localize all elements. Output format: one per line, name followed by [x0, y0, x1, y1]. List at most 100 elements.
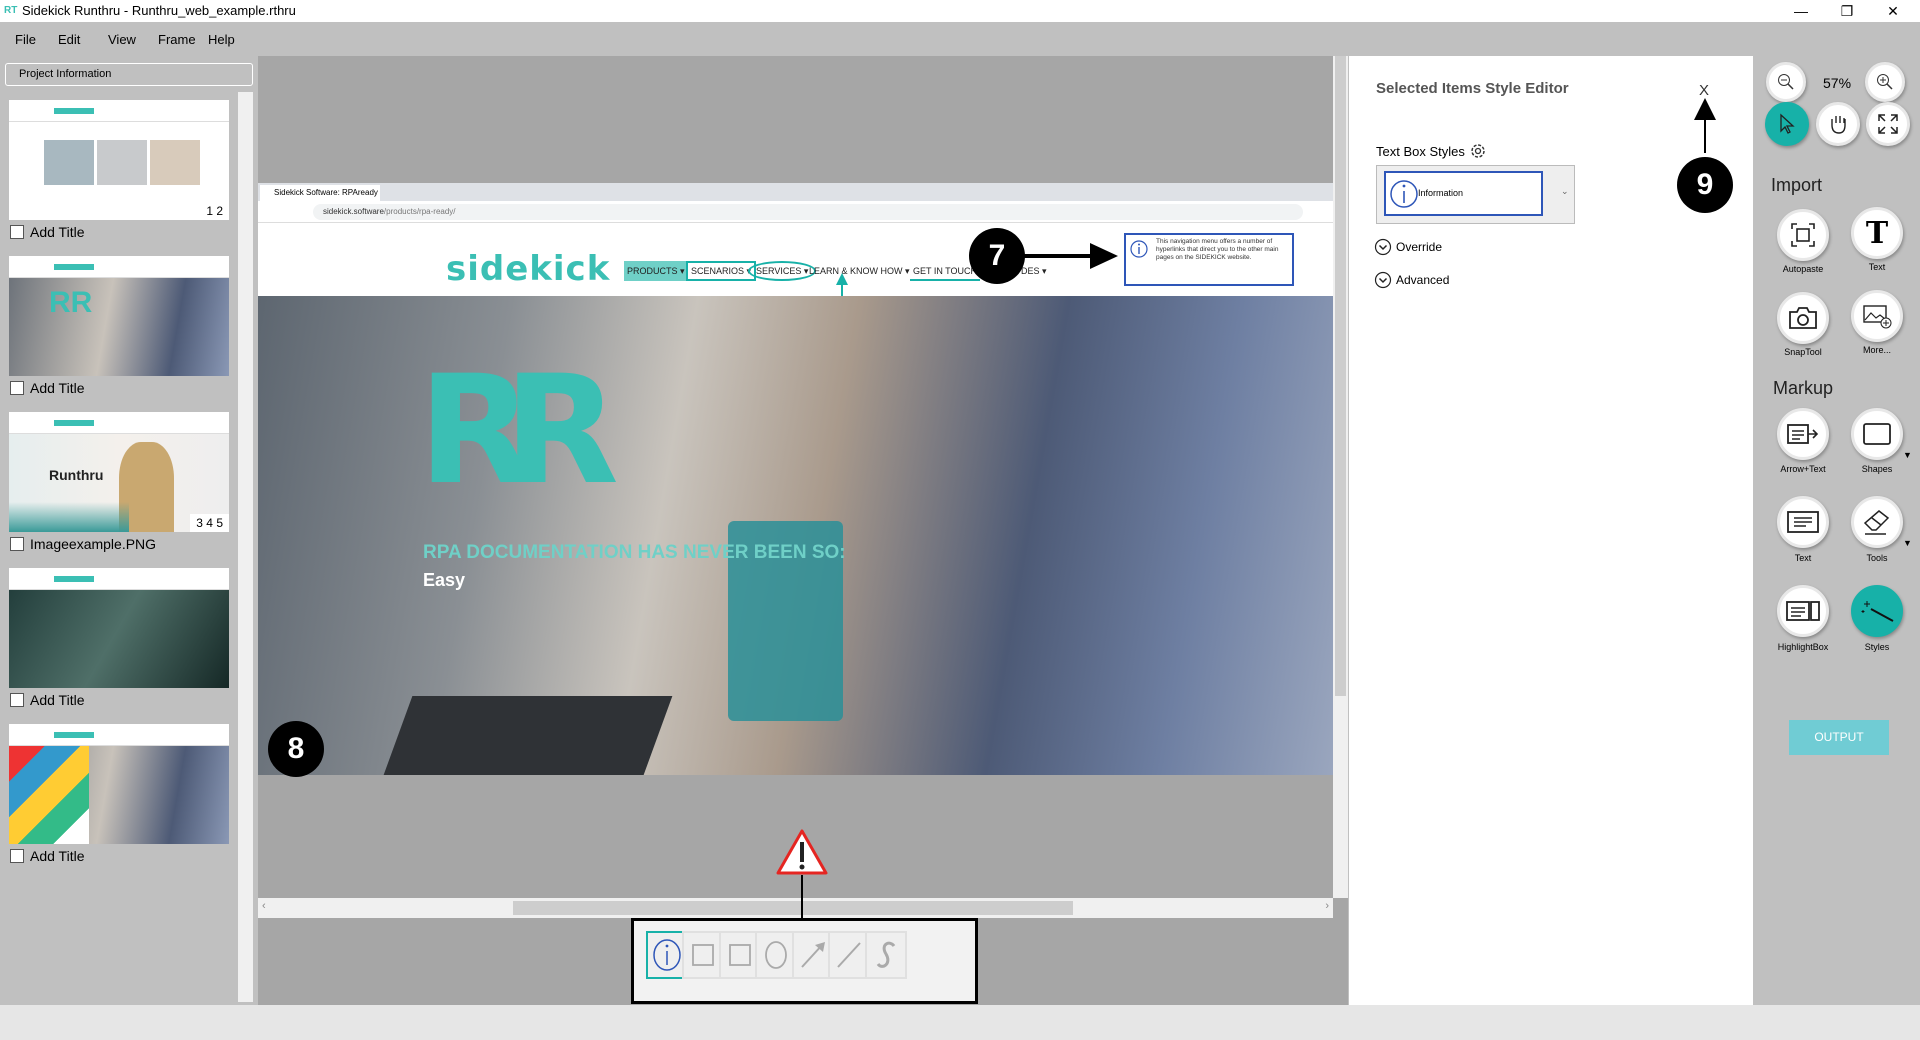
line-button[interactable] — [828, 931, 870, 979]
info-icon — [1390, 180, 1418, 208]
minimize-button[interactable]: — — [1778, 0, 1824, 22]
menu-edit[interactable]: Edit — [58, 32, 80, 47]
style-editor-panel: Selected Items Style Editor X 9 Text Box… — [1349, 56, 1753, 1005]
runthru-brand: Runthru — [49, 467, 104, 483]
text-box-style-dropdown[interactable]: Information ⌄ — [1376, 165, 1575, 224]
close-window-button[interactable]: ✕ — [1870, 0, 1916, 22]
close-editor-button[interactable]: X — [1699, 82, 1709, 99]
information-callout[interactable]: This navigation menu offers a number of … — [1124, 233, 1294, 286]
select-tool-button[interactable] — [1765, 102, 1809, 146]
pan-tool-button[interactable] — [1816, 102, 1860, 146]
frame-thumbnail[interactable]: RR — [9, 256, 229, 376]
window-title: Sidekick Runthru - Runthru_web_example.r… — [22, 3, 296, 18]
shape-style-toolbar — [631, 918, 978, 1004]
title-bar: RT Sidekick Runthru - Runthru_web_exampl… — [0, 0, 1920, 22]
tools-label: Tools — [1866, 553, 1888, 563]
app-logo: RT — [4, 5, 18, 16]
rectangle-button[interactable] — [682, 931, 724, 979]
frame-thumbnail[interactable]: Runthru 3 4 5 — [9, 412, 229, 532]
import-text-label: Text — [1868, 262, 1886, 272]
site-header: sidekick PRODUCTS ▾ SCENARIOS ▾ SERVICES… — [258, 223, 1333, 313]
markup-heading: Markup — [1773, 378, 1834, 398]
frame-steps: 3 4 5 — [190, 514, 229, 532]
nav-learn: LEARN & KNOW HOW ▾ — [809, 266, 910, 276]
highlightbox-icon — [1786, 601, 1820, 621]
ellipse-button[interactable] — [755, 931, 797, 979]
expand-icon — [1878, 114, 1898, 134]
frame-checkbox[interactable] — [10, 849, 24, 863]
styles-label: Styles — [1864, 642, 1890, 652]
styles-button[interactable] — [1851, 585, 1903, 637]
snaptool-button[interactable] — [1777, 292, 1829, 344]
frame-thumbnail[interactable]: 1 2 — [9, 100, 229, 220]
status-bar — [0, 1005, 1920, 1040]
more-import-label: More... — [1862, 345, 1891, 355]
step-badge-9[interactable]: 9 — [1677, 157, 1733, 213]
shapes-button[interactable] — [1851, 408, 1903, 460]
frame-checkbox[interactable] — [10, 225, 24, 239]
frame-title[interactable]: Add Title — [30, 380, 84, 396]
menu-view[interactable]: View — [108, 32, 136, 47]
zoom-level: 57% — [1823, 75, 1852, 91]
shapes-label: Shapes — [1861, 464, 1893, 474]
frame-title[interactable]: Add Title — [30, 848, 84, 864]
output-button[interactable]: OUTPUT — [1789, 720, 1889, 755]
frame-thumbnail[interactable] — [9, 724, 229, 844]
arrow-text-button[interactable] — [1777, 408, 1829, 460]
frame-checkbox[interactable] — [10, 693, 24, 707]
text-icon: T — [1865, 215, 1889, 251]
magic-wand-icon — [1861, 601, 1894, 622]
more-import-button[interactable] — [1851, 290, 1903, 342]
pointer-icon — [1780, 113, 1795, 134]
zoom-out-button[interactable] — [1766, 62, 1806, 102]
frame-thumbnail[interactable] — [9, 568, 229, 688]
frame-checkbox[interactable] — [10, 537, 24, 551]
tools-panel: 57% Import Autopaste T Text SnapTool Mor… — [1753, 56, 1920, 1005]
frames-panel: Project Information 1 2 Add Title RR Add… — [0, 56, 256, 1005]
step-badge-8[interactable]: 8 — [268, 721, 324, 777]
info-icon — [1130, 240, 1148, 258]
menu-file[interactable]: File — [15, 32, 36, 47]
zoom-out-icon — [1778, 74, 1794, 90]
zoom-in-button[interactable] — [1865, 62, 1905, 102]
tools-button[interactable] — [1851, 496, 1903, 548]
address-bar: sidekick.software/products/rpa-ready/ — [313, 204, 1303, 220]
expand-override-icon[interactable] — [1374, 238, 1392, 256]
freehand-button[interactable] — [865, 931, 907, 979]
frame-title[interactable]: Add Title — [30, 692, 84, 708]
restore-button[interactable]: ❐ — [1824, 0, 1870, 22]
camera-icon — [1789, 307, 1817, 329]
override-section[interactable]: Override — [1396, 240, 1442, 254]
menu-help[interactable]: Help — [208, 32, 235, 47]
nav-products: PRODUCTS ▾ — [624, 261, 688, 281]
import-text-button[interactable]: T — [1851, 207, 1903, 259]
browser-tab: Sidekick Software: RPAready — [260, 185, 380, 201]
frames-scrollbar[interactable] — [238, 92, 253, 1002]
chevron-down-icon: ⌄ — [1561, 186, 1569, 196]
eraser-icon — [1863, 510, 1890, 535]
shapes-dropdown-icon[interactable]: ▼ — [1903, 450, 1912, 460]
editor-title: Selected Items Style Editor — [1376, 80, 1569, 97]
fit-screen-button[interactable] — [1866, 102, 1910, 146]
advanced-section[interactable]: Advanced — [1396, 273, 1449, 287]
tools-dropdown-icon[interactable]: ▼ — [1903, 538, 1912, 548]
highlightbox-label: HighlightBox — [1777, 642, 1829, 652]
autopaste-button[interactable] — [1777, 209, 1829, 261]
markup-text-label: Text — [1794, 553, 1812, 563]
arrow-text-label: Arrow+Text — [1780, 464, 1826, 474]
vertical-scrollbar[interactable] — [1333, 56, 1348, 898]
expand-advanced-icon[interactable] — [1374, 271, 1392, 289]
frame-title[interactable]: Add Title — [30, 224, 84, 240]
textbox-icon — [1787, 511, 1819, 533]
menu-frame[interactable]: Frame — [158, 32, 196, 47]
markup-text-button[interactable] — [1777, 496, 1829, 548]
frame-title[interactable]: Imageexample.PNG — [30, 536, 156, 552]
captured-screenshot[interactable]: Sidekick Software: RPAready sidekick.sof… — [258, 183, 1333, 775]
callout-text: This navigation menu offers a number of … — [1156, 238, 1279, 261]
step-badge-7[interactable]: 7 — [969, 228, 1025, 284]
frame-steps: 1 2 — [200, 202, 229, 220]
project-information-button[interactable]: Project Information — [5, 63, 253, 86]
highlightbox-button[interactable] — [1777, 585, 1829, 637]
gear-icon[interactable] — [1469, 142, 1487, 160]
frame-checkbox[interactable] — [10, 381, 24, 395]
